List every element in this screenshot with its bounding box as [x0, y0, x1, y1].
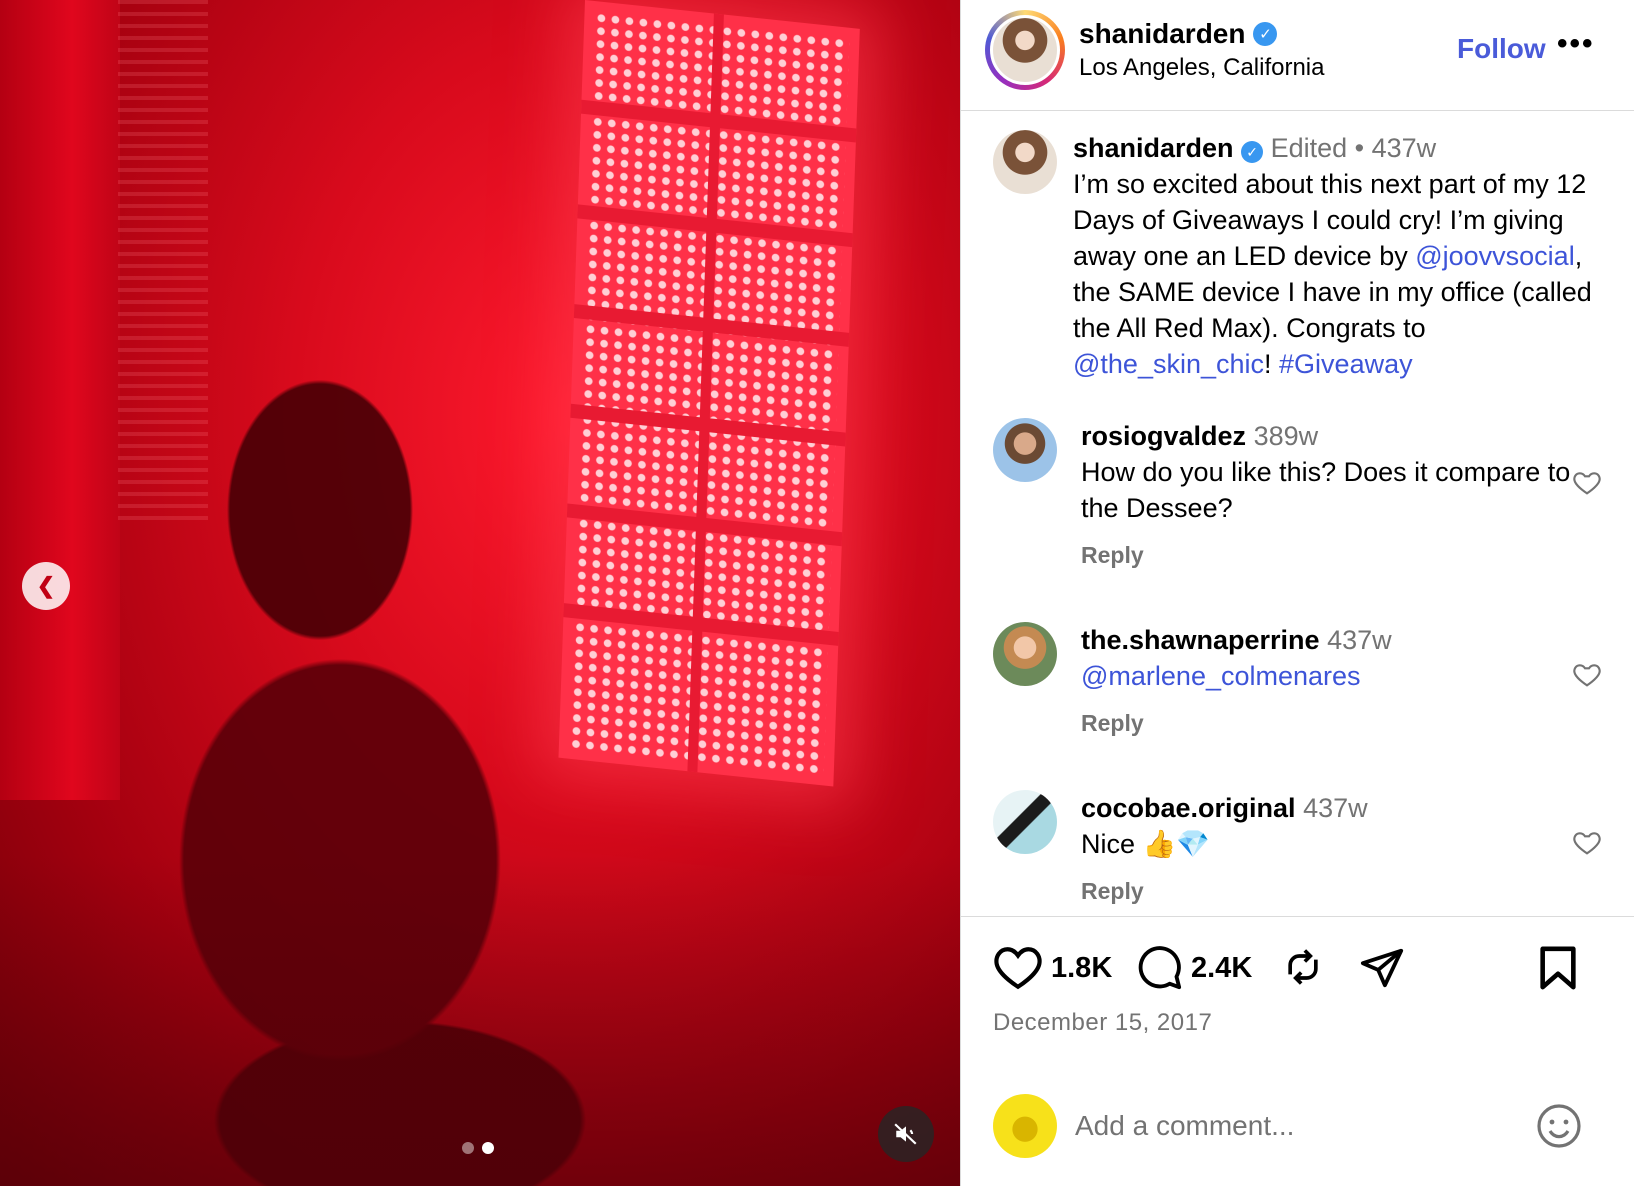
- chevron-left-icon: ❮: [36, 573, 56, 598]
- repost-button[interactable]: [1281, 945, 1325, 989]
- author-avatar: [990, 15, 1060, 85]
- comments-count[interactable]: 2.4K: [1191, 952, 1252, 985]
- likes-count[interactable]: 1.8K: [1051, 952, 1112, 985]
- caption-username[interactable]: shanidarden: [1073, 133, 1234, 163]
- comment-username[interactable]: the.shawnaperrine: [1081, 625, 1320, 655]
- floor-shadow: [0, 856, 960, 1186]
- verified-badge-icon: ✓: [1241, 141, 1264, 163]
- dot-separator: •: [1354, 133, 1365, 163]
- current-user-avatar: [993, 1094, 1057, 1158]
- reply-button[interactable]: Reply: [1081, 878, 1144, 905]
- comment-input[interactable]: [1073, 1102, 1497, 1150]
- caption-author-avatar[interactable]: [993, 130, 1057, 194]
- share-button[interactable]: [1359, 945, 1405, 991]
- mute-toggle-button[interactable]: [878, 1106, 934, 1162]
- comment-composer: [961, 1076, 1634, 1186]
- heart-outline-icon: [1573, 832, 1601, 855]
- mention-link[interactable]: @marlene_colmenares: [1081, 661, 1361, 691]
- heart-outline-icon: [1573, 664, 1601, 687]
- author-avatar-story-ring[interactable]: [985, 10, 1065, 90]
- comment-item: the.shawnaperrine 437w @marlene_colmenar…: [993, 622, 1603, 737]
- bookmark-icon: [1540, 946, 1576, 990]
- comment-item: cocobae.original 437w Nice 👍💎 Reply: [993, 790, 1603, 905]
- hashtag-link[interactable]: #Giveaway: [1279, 349, 1413, 379]
- comment-timestamp[interactable]: 437w: [1327, 625, 1392, 655]
- comment-timestamp[interactable]: 437w: [1303, 793, 1368, 823]
- instagram-post: ❮ shanidarden ✓ Los Angeles, California: [0, 0, 1634, 1186]
- edited-label: Edited: [1270, 133, 1348, 163]
- comment-text: Nice 👍💎: [1081, 829, 1210, 859]
- comments-list[interactable]: shanidarden ✓ Edited • 437w I’m so excit…: [961, 110, 1634, 916]
- post-header: shanidarden ✓ Los Angeles, California Fo…: [961, 0, 1634, 111]
- mention-link[interactable]: @the_skin_chic: [1073, 349, 1264, 379]
- red-light-scene: [0, 0, 960, 1186]
- follow-button[interactable]: Follow: [1451, 32, 1552, 66]
- carousel-dots: [462, 1142, 494, 1154]
- post-date[interactable]: December 15, 2017: [993, 1009, 1212, 1037]
- carousel-prev-button[interactable]: ❮: [22, 562, 70, 610]
- verified-badge-icon: ✓: [1253, 22, 1278, 46]
- comment-like-button[interactable]: [1571, 660, 1603, 692]
- speaker-muted-icon: [894, 1123, 917, 1145]
- repost-icon: [1288, 949, 1318, 985]
- comment-username[interactable]: rosiogvaldez: [1081, 421, 1246, 451]
- post-location[interactable]: Los Angeles, California: [1079, 54, 1324, 82]
- more-options-icon[interactable]: •••: [1551, 26, 1601, 62]
- comment-text: How do you like this? Does it compare to…: [1081, 457, 1571, 523]
- post-media-video[interactable]: ❮: [0, 0, 960, 1186]
- reply-button[interactable]: Reply: [1081, 710, 1144, 737]
- comment-bubble-icon: [1138, 946, 1182, 990]
- reply-button[interactable]: Reply: [1081, 542, 1144, 569]
- paper-plane-icon: [1360, 948, 1404, 988]
- author-username[interactable]: shanidarden: [1079, 18, 1245, 50]
- comment-like-button[interactable]: [1571, 828, 1603, 860]
- heart-outline-icon: [1573, 472, 1601, 495]
- post-actions: 1.8K 2.4K December 15, 2017: [961, 916, 1634, 1077]
- mention-link[interactable]: @joovvsocial: [1415, 241, 1574, 271]
- post-caption: shanidarden ✓ Edited • 437w I’m so excit…: [993, 130, 1603, 382]
- comment-like-button[interactable]: [1571, 468, 1603, 500]
- commenter-avatar[interactable]: [993, 622, 1057, 686]
- save-button[interactable]: [1537, 945, 1579, 991]
- commenter-avatar[interactable]: [993, 418, 1057, 482]
- commenter-avatar[interactable]: [993, 790, 1057, 854]
- comment-timestamp[interactable]: 389w: [1254, 421, 1319, 451]
- like-button[interactable]: [993, 945, 1043, 991]
- heart-icon: [994, 947, 1042, 990]
- post-side-panel: shanidarden ✓ Los Angeles, California Fo…: [960, 0, 1634, 1186]
- comment-username[interactable]: cocobae.original: [1081, 793, 1296, 823]
- comment-button[interactable]: [1137, 945, 1183, 991]
- caption-text: !: [1264, 349, 1280, 379]
- carousel-dot-active: [482, 1142, 494, 1154]
- emoji-picker-button[interactable]: [1535, 1102, 1583, 1150]
- caption-timestamp[interactable]: 437w: [1372, 133, 1437, 163]
- carousel-dot: [462, 1142, 474, 1154]
- smiley-icon: [1537, 1104, 1581, 1148]
- comment-item: rosiogvaldez 389w How do you like this? …: [993, 418, 1603, 569]
